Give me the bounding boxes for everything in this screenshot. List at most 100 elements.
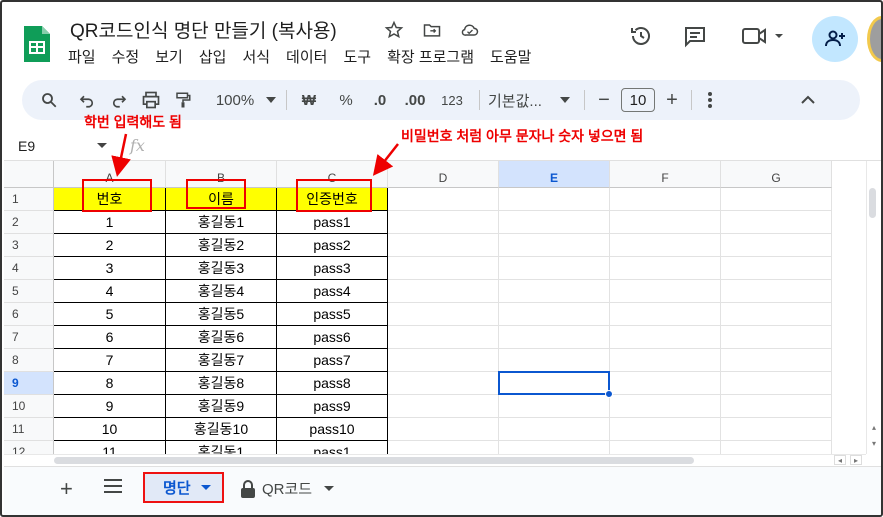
column-header-f[interactable]: F bbox=[610, 161, 721, 188]
grid-cell[interactable]: 8 bbox=[54, 372, 166, 395]
menu-view[interactable]: 보기 bbox=[155, 46, 183, 67]
grid-cell[interactable]: 2 bbox=[54, 234, 166, 257]
scroll-right-icon[interactable]: ▸ bbox=[850, 455, 862, 465]
document-title[interactable]: QR코드인식 명단 만들기 (복사용) bbox=[70, 16, 337, 43]
profile-avatar[interactable] bbox=[867, 16, 881, 62]
grid-cell[interactable] bbox=[610, 211, 721, 234]
more-formats-button[interactable]: 123 bbox=[433, 86, 471, 114]
row-header[interactable]: 10 bbox=[4, 395, 54, 418]
row-header[interactable]: 5 bbox=[4, 280, 54, 303]
header-cell[interactable] bbox=[610, 188, 721, 211]
redo-icon[interactable] bbox=[104, 86, 134, 114]
chevron-down-icon[interactable] bbox=[554, 86, 576, 114]
meet-icon[interactable] bbox=[740, 22, 786, 50]
menu-edit[interactable]: 수정 bbox=[112, 46, 140, 67]
grid-cell[interactable] bbox=[610, 257, 721, 280]
grid-cell[interactable] bbox=[499, 441, 610, 454]
grid-cell[interactable] bbox=[610, 441, 721, 454]
column-header-g[interactable]: G bbox=[721, 161, 832, 188]
row-header[interactable]: 3 bbox=[4, 234, 54, 257]
grid-cell[interactable] bbox=[721, 303, 832, 326]
grid-cell[interactable] bbox=[388, 418, 499, 441]
grid-cell[interactable] bbox=[721, 418, 832, 441]
grid-cell[interactable] bbox=[499, 211, 610, 234]
chevron-down-icon[interactable] bbox=[324, 486, 335, 491]
increase-decimal-button[interactable]: .00 bbox=[397, 86, 433, 114]
menu-file[interactable]: 파일 bbox=[68, 46, 96, 67]
collapse-toolbar-icon[interactable] bbox=[798, 86, 818, 114]
row-header[interactable]: 11 bbox=[4, 418, 54, 441]
comments-icon[interactable] bbox=[681, 22, 709, 50]
grid-cell[interactable] bbox=[721, 372, 832, 395]
grid-cell[interactable]: 홍길동10 bbox=[166, 418, 277, 441]
increase-font-size-button[interactable]: + bbox=[661, 86, 683, 114]
scroll-up-icon[interactable]: ▴ bbox=[868, 422, 880, 432]
grid-cell[interactable] bbox=[721, 395, 832, 418]
cloud-saved-icon[interactable] bbox=[458, 18, 482, 42]
row-header[interactable]: 8 bbox=[4, 349, 54, 372]
percent-format-button[interactable]: % bbox=[329, 86, 363, 114]
grid-cell[interactable] bbox=[499, 257, 610, 280]
grid-cell[interactable]: 3 bbox=[54, 257, 166, 280]
grid-cell[interactable] bbox=[499, 349, 610, 372]
row-header[interactable]: 12 bbox=[4, 441, 54, 454]
grid-cell[interactable]: 9 bbox=[54, 395, 166, 418]
grid-cell[interactable]: 홍길동2 bbox=[166, 234, 277, 257]
grid-cell[interactable]: 홍길동6 bbox=[166, 326, 277, 349]
grid-cell[interactable] bbox=[721, 441, 832, 454]
print-icon[interactable] bbox=[134, 86, 168, 114]
sheet-tab-qr[interactable]: QR코드 bbox=[240, 478, 335, 499]
grid-cell[interactable] bbox=[388, 234, 499, 257]
undo-icon[interactable] bbox=[70, 86, 104, 114]
grid-cell[interactable] bbox=[721, 211, 832, 234]
share-button[interactable] bbox=[812, 16, 858, 62]
scroll-down-icon[interactable]: ▾ bbox=[868, 438, 880, 448]
grid-cell[interactable]: 홍길동9 bbox=[166, 395, 277, 418]
grid-cell[interactable] bbox=[388, 395, 499, 418]
grid-cell[interactable] bbox=[388, 349, 499, 372]
selected-cell-outline[interactable] bbox=[498, 371, 610, 395]
grid-cell[interactable]: 1 bbox=[54, 211, 166, 234]
grid-cell[interactable]: pass3 bbox=[277, 257, 388, 280]
grid-cell[interactable] bbox=[388, 326, 499, 349]
grid-cell[interactable]: pass7 bbox=[277, 349, 388, 372]
grid-cell[interactable] bbox=[499, 303, 610, 326]
grid-cell[interactable]: pass1 bbox=[277, 441, 388, 454]
add-sheet-icon[interactable]: + bbox=[60, 476, 73, 502]
grid-cell[interactable] bbox=[388, 211, 499, 234]
grid-cell[interactable]: 홍길동8 bbox=[166, 372, 277, 395]
grid-cell[interactable] bbox=[499, 395, 610, 418]
grid-cell[interactable] bbox=[721, 280, 832, 303]
grid-cell[interactable]: 11 bbox=[54, 441, 166, 454]
font-select[interactable]: 기본값... bbox=[488, 86, 554, 114]
row-header[interactable]: 4 bbox=[4, 257, 54, 280]
menu-insert[interactable]: 삽입 bbox=[199, 46, 227, 67]
menu-data[interactable]: 데이터 bbox=[286, 46, 327, 67]
grid-cell[interactable]: pass6 bbox=[277, 326, 388, 349]
fill-handle[interactable] bbox=[605, 390, 613, 398]
column-header-d[interactable]: D bbox=[388, 161, 499, 188]
row-header[interactable]: 1 bbox=[4, 188, 54, 211]
grid-cell[interactable] bbox=[610, 303, 721, 326]
chevron-down-icon[interactable] bbox=[200, 485, 211, 490]
grid-cell[interactable] bbox=[610, 372, 721, 395]
grid-cell[interactable]: pass5 bbox=[277, 303, 388, 326]
font-size-input[interactable]: 10 bbox=[621, 88, 655, 112]
header-cell[interactable] bbox=[388, 188, 499, 211]
grid-cell[interactable]: 홍길동3 bbox=[166, 257, 277, 280]
grid-cell[interactable] bbox=[721, 349, 832, 372]
chevron-down-icon[interactable] bbox=[264, 86, 278, 114]
grid-cell[interactable] bbox=[610, 326, 721, 349]
grid-cell[interactable]: 홍길동4 bbox=[166, 280, 277, 303]
history-icon[interactable] bbox=[627, 22, 655, 50]
grid-cell[interactable]: 4 bbox=[54, 280, 166, 303]
grid-cell[interactable] bbox=[388, 303, 499, 326]
grid-cell[interactable]: 홍길동5 bbox=[166, 303, 277, 326]
grid-cell[interactable] bbox=[499, 234, 610, 257]
zoom-select[interactable]: 100% bbox=[206, 86, 264, 114]
grid-cell[interactable] bbox=[610, 280, 721, 303]
more-options-icon[interactable] bbox=[700, 86, 720, 114]
grid-cell[interactable]: 홍길동1 bbox=[166, 441, 277, 454]
select-all-corner[interactable] bbox=[4, 161, 54, 188]
row-header[interactable]: 2 bbox=[4, 211, 54, 234]
